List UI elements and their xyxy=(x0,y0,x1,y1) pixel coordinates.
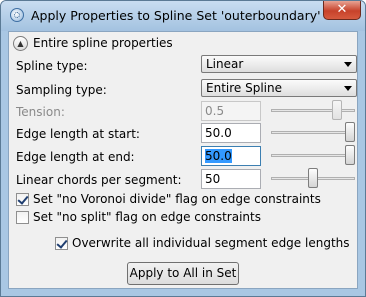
edge-length-end-value: 50.0 xyxy=(205,149,232,163)
linear-chords-label: Linear chords per segment: xyxy=(16,173,182,187)
slider-thumb[interactable] xyxy=(345,122,355,142)
spline-type-dropdown[interactable]: Linear xyxy=(201,55,357,73)
sampling-type-value: Entire Spline xyxy=(206,81,282,95)
dialog-content: ▲ Entire spline properties Spline type: … xyxy=(8,31,358,289)
linear-chords-value: 50 xyxy=(205,172,221,186)
section-title: Entire spline properties xyxy=(33,36,173,50)
edge-length-end-slider[interactable] xyxy=(271,144,355,166)
chevron-down-icon xyxy=(344,62,352,67)
title-bar[interactable]: Apply Properties to Spline Set 'outerbou… xyxy=(1,1,365,31)
linear-chords-slider[interactable] xyxy=(271,167,355,189)
sampling-type-label: Sampling type: xyxy=(16,83,107,97)
edge-length-end-label: Edge length at end: xyxy=(16,150,135,164)
spline-type-value: Linear xyxy=(206,57,244,71)
edge-length-start-label: Edge length at start: xyxy=(16,127,140,141)
slider-thumb xyxy=(332,100,342,120)
edge-length-end-input[interactable]: 50.0 xyxy=(201,146,261,166)
apply-to-all-button[interactable]: Apply to All in Set xyxy=(127,262,239,285)
app-globe-icon xyxy=(10,8,24,22)
slider-thumb[interactable] xyxy=(308,168,318,188)
edge-length-start-slider[interactable] xyxy=(271,121,355,143)
window-title: Apply Properties to Spline Set 'outerbou… xyxy=(31,8,321,23)
chevron-down-icon xyxy=(344,86,352,91)
collapse-section-icon[interactable]: ▲ xyxy=(13,36,28,51)
close-button[interactable]: ✕ xyxy=(323,1,361,20)
slider-track xyxy=(271,131,355,134)
no-split-checkbox[interactable] xyxy=(16,211,29,224)
tension-input: 0.5 xyxy=(201,101,261,121)
spline-type-label: Spline type: xyxy=(16,59,88,73)
tension-label: Tension: xyxy=(16,105,65,119)
overwrite-edge-lengths-checkbox[interactable] xyxy=(55,237,68,250)
slider-track xyxy=(271,109,355,112)
tension-value: 0.5 xyxy=(205,104,225,118)
edge-length-start-input[interactable]: 50.0 xyxy=(201,123,261,143)
edge-length-start-value: 50.0 xyxy=(205,126,232,140)
overwrite-edge-lengths-label[interactable]: Overwrite all individual segment edge le… xyxy=(72,236,350,250)
linear-chords-input[interactable]: 50 xyxy=(201,169,261,189)
no-split-label[interactable]: Set "no split" flag on edge constraints xyxy=(33,210,261,224)
no-voronoi-label[interactable]: Set "no Voronoi divide" flag on edge con… xyxy=(33,192,321,206)
tension-slider xyxy=(271,99,355,121)
slider-thumb[interactable] xyxy=(345,145,355,165)
slider-track xyxy=(271,154,355,157)
no-voronoi-checkbox[interactable] xyxy=(16,193,29,206)
sampling-type-dropdown[interactable]: Entire Spline xyxy=(201,79,357,97)
dialog-window: Apply Properties to Spline Set 'outerbou… xyxy=(0,0,366,297)
